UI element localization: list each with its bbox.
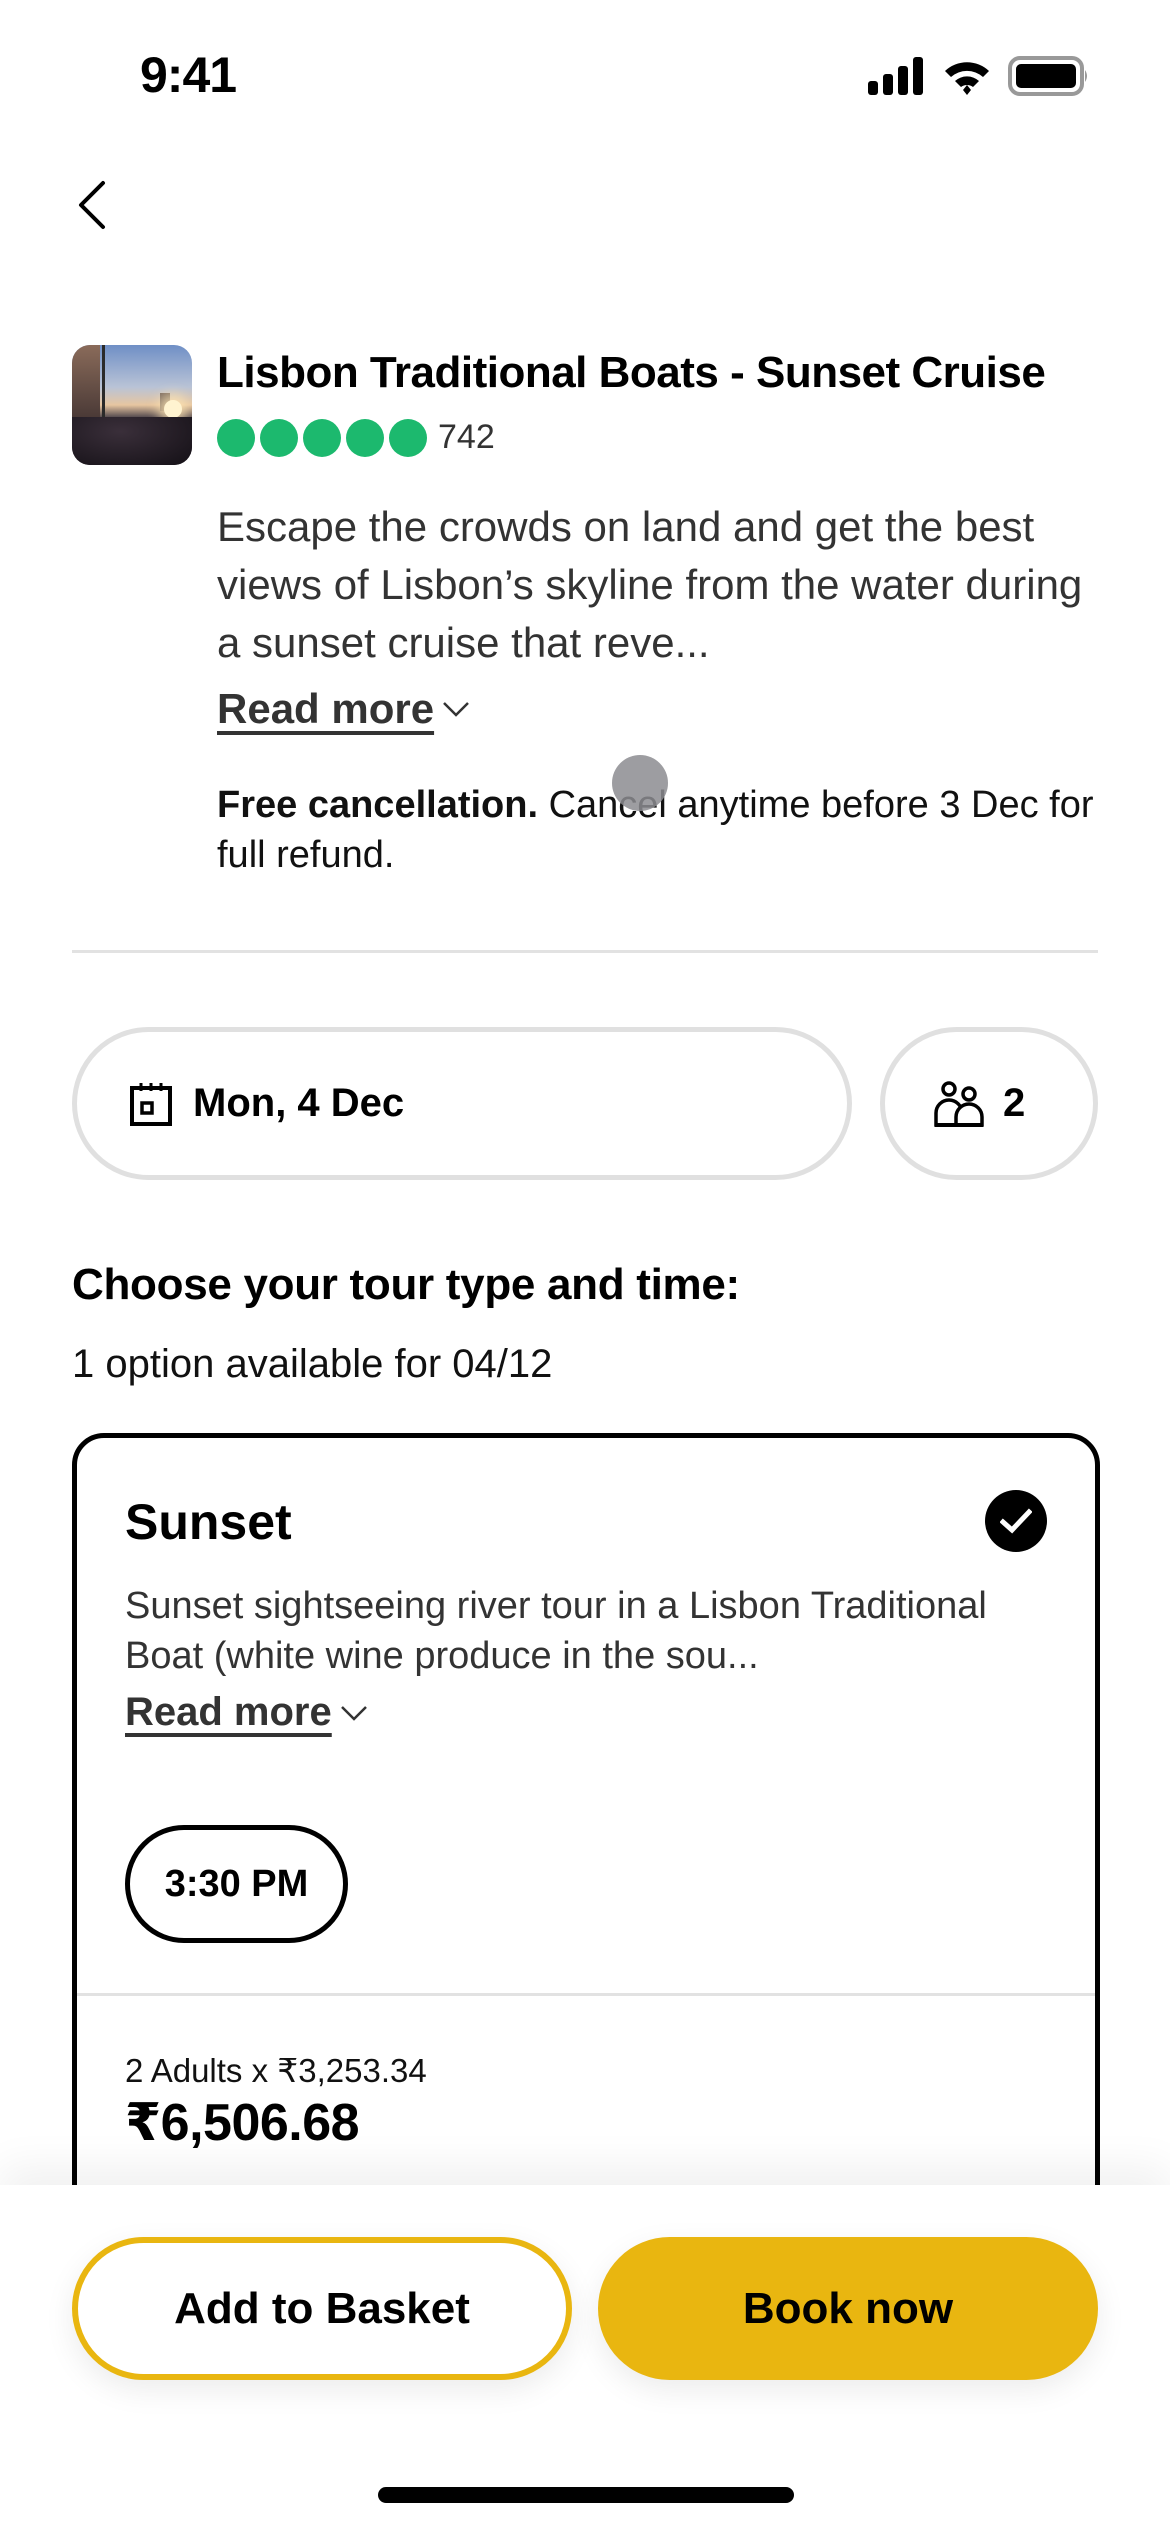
read-more-label: Read more	[217, 685, 435, 732]
cancellation-bold: Free cancellation.	[217, 784, 539, 826]
chevron-down-icon	[443, 702, 469, 717]
options-availability: 1 option available for 04/12	[72, 1342, 553, 1386]
product-title: Lisbon Traditional Boats - Sunset Cruise	[217, 348, 1046, 397]
section-divider	[72, 950, 1098, 953]
product-description: Escape the crowds on land and get the be…	[217, 503, 1083, 666]
product-thumbnail	[72, 345, 192, 465]
home-indicator[interactable]	[378, 2487, 794, 2503]
touch-indicator	[612, 755, 668, 811]
thumbnail-mast	[102, 345, 105, 420]
read-more-link[interactable]: Read more	[217, 685, 470, 733]
bottom-action-bar: Add to Basket Book now	[0, 2185, 1170, 2532]
back-button[interactable]	[62, 170, 122, 240]
date-selector[interactable]: Mon, 4 Dec	[72, 1027, 852, 1180]
selected-date: Mon, 4 Dec	[193, 1081, 405, 1125]
rating-bubble-icon	[217, 418, 255, 457]
status-time: 9:41	[140, 47, 237, 103]
review-count[interactable]: 742	[438, 418, 495, 457]
chevron-down-icon	[340, 1705, 367, 1721]
option-read-more-link[interactable]: Read more	[125, 1690, 368, 1735]
options-heading: Choose your tour type and time:	[72, 1260, 740, 1309]
battery-icon	[1008, 56, 1087, 96]
time-slot-button[interactable]: 3:30 PM	[125, 1825, 348, 1943]
rating: 742	[217, 418, 495, 457]
traveller-count: 2	[1003, 1081, 1026, 1125]
option-title: Sunset	[125, 1494, 292, 1550]
read-more-label: Read more	[125, 1690, 332, 1734]
thumbnail-sun	[164, 400, 182, 418]
rating-bubble-icon	[346, 418, 384, 457]
option-description: Sunset sightseeing river tour in a Lisbo…	[125, 1585, 987, 1677]
checkmark-icon	[1000, 1508, 1032, 1534]
price-breakdown: 2 Adults x ₹3,253.34	[125, 2052, 427, 2089]
status-icons	[868, 56, 1090, 96]
travellers-selector[interactable]: 2	[880, 1027, 1098, 1180]
people-icon	[934, 1080, 984, 1127]
cellular-signal-icon	[868, 57, 923, 95]
add-to-basket-button[interactable]: Add to Basket	[72, 2237, 572, 2380]
card-divider	[77, 1993, 1095, 1996]
thumbnail-crowd	[72, 417, 192, 465]
chevron-left-icon	[79, 181, 105, 229]
rating-bubble-icon	[389, 418, 427, 457]
calendar-icon	[130, 1082, 172, 1126]
rating-bubble-icon	[303, 418, 341, 457]
wifi-icon	[945, 62, 989, 95]
price-total: ₹6,506.68	[125, 2094, 360, 2152]
rating-bubble-icon	[260, 418, 298, 457]
book-now-button[interactable]: Book now	[598, 2237, 1098, 2380]
tour-option-card[interactable]: Sunset Sunset sightseeing river tour in …	[72, 1433, 1100, 2233]
selected-check-icon[interactable]	[985, 1490, 1047, 1552]
